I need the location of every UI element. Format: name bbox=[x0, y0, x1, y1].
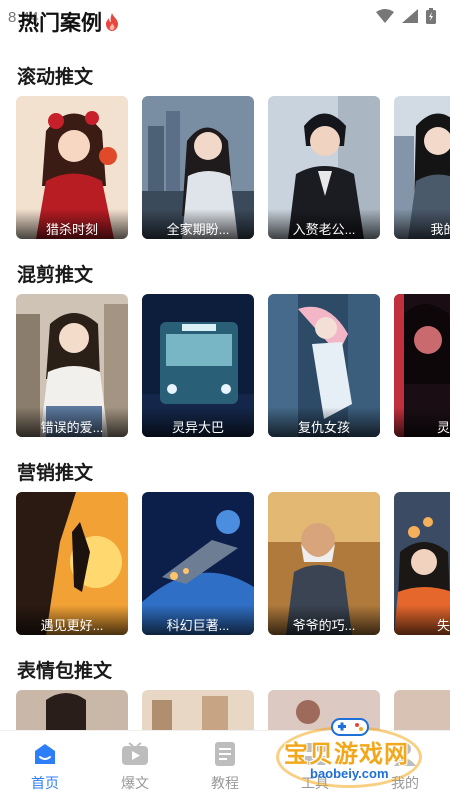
status-icons bbox=[376, 8, 436, 24]
card-thumbnail bbox=[142, 690, 254, 730]
case-card[interactable]: 猎杀时刻 bbox=[16, 96, 128, 239]
case-card[interactable]: 入赘老公... bbox=[268, 96, 380, 239]
site-watermark: 宝贝游戏网 baobeiy.com bbox=[276, 716, 426, 796]
page-title: 热门案例 bbox=[18, 7, 120, 37]
video-icon bbox=[121, 741, 149, 767]
section-title: 营销推文 bbox=[17, 463, 94, 484]
section-title: 混剪推文 bbox=[17, 265, 94, 286]
cards-row[interactable]: 遇见更好... 科幻巨著... 爷爷的巧... 失恋 bbox=[16, 492, 450, 635]
card-title: 入赘老公... bbox=[268, 209, 380, 239]
wifi-icon bbox=[376, 9, 394, 23]
card-title: 复仇女孩 bbox=[268, 407, 380, 437]
card-title: 爷爷的巧... bbox=[268, 605, 380, 635]
section-scroll-tweets: 滚动推文 猎杀时刻 全家期盼... 入赘老公... 我 bbox=[0, 60, 450, 250]
case-card[interactable]: 失恋 bbox=[394, 492, 450, 635]
section-mix-cut-tweets: 混剪推文 错误的爱... 灵异大巴 复仇女孩 灵 bbox=[0, 258, 450, 448]
card-title: 灵魂 bbox=[394, 407, 450, 437]
tab-label: 首页 bbox=[31, 775, 59, 791]
card-title: 我的老 bbox=[394, 209, 450, 239]
tab-label: 教程 bbox=[211, 775, 239, 791]
section-marketing-tweets: 营销推文 遇见更好... 科幻巨著... 爷爷的巧... 失 bbox=[0, 456, 450, 646]
card-title: 灵异大巴 bbox=[142, 407, 254, 437]
card-title: 科幻巨著... bbox=[142, 605, 254, 635]
card-thumbnail bbox=[16, 690, 128, 730]
cards-row[interactable]: 猎杀时刻 全家期盼... 入赘老公... 我的老 bbox=[16, 96, 450, 239]
case-card[interactable]: 错误的爱... bbox=[16, 294, 128, 437]
case-card[interactable]: 爷爷的巧... bbox=[268, 492, 380, 635]
card-title: 遇见更好... bbox=[16, 605, 128, 635]
tab-label: 爆文 bbox=[121, 775, 149, 791]
document-icon bbox=[211, 741, 239, 767]
home-icon bbox=[31, 741, 59, 767]
tab-home[interactable]: 首页 bbox=[0, 731, 90, 800]
case-card[interactable]: 复仇女孩 bbox=[268, 294, 380, 437]
section-title: 表情包推文 bbox=[17, 661, 113, 682]
card-title: 全家期盼... bbox=[142, 209, 254, 239]
card-title: 错误的爱... bbox=[16, 407, 128, 437]
case-card[interactable] bbox=[16, 690, 128, 730]
case-card[interactable]: 遇见更好... bbox=[16, 492, 128, 635]
case-card[interactable]: 我的老 bbox=[394, 96, 450, 239]
page-title-text: 热门案例 bbox=[18, 12, 102, 35]
battery-icon bbox=[426, 8, 436, 24]
signal-icon bbox=[402, 9, 418, 23]
case-card[interactable]: 科幻巨著... bbox=[142, 492, 254, 635]
card-title: 猎杀时刻 bbox=[16, 209, 128, 239]
case-card[interactable]: 灵魂 bbox=[394, 294, 450, 437]
tab-tutorial[interactable]: 教程 bbox=[180, 731, 270, 800]
card-title: 失恋 bbox=[394, 605, 450, 635]
fire-icon bbox=[106, 13, 118, 31]
case-card[interactable] bbox=[142, 690, 254, 730]
case-card[interactable]: 全家期盼... bbox=[142, 96, 254, 239]
watermark-url: baobeiy.com bbox=[310, 766, 389, 781]
cards-row[interactable]: 错误的爱... 灵异大巴 复仇女孩 灵魂 bbox=[16, 294, 450, 437]
tab-hot-articles[interactable]: 爆文 bbox=[90, 731, 180, 800]
section-title: 滚动推文 bbox=[17, 67, 94, 88]
case-card[interactable]: 灵异大巴 bbox=[142, 294, 254, 437]
watermark-text: 宝贝游戏网 bbox=[284, 741, 409, 768]
